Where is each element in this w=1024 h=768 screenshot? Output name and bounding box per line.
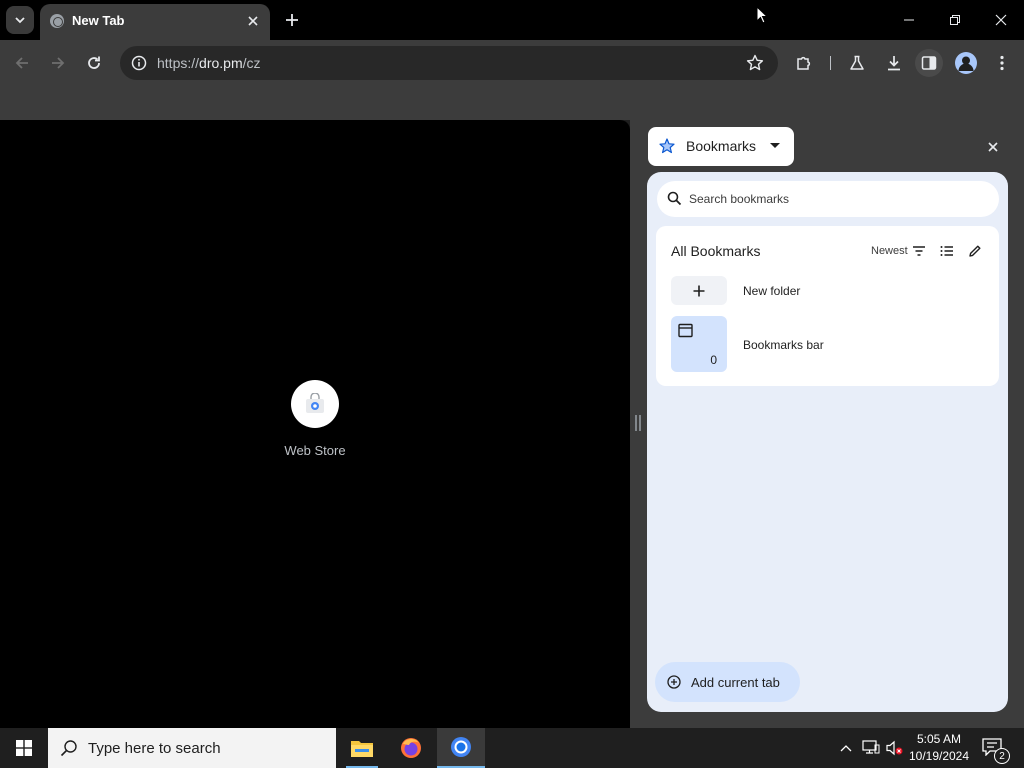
side-panel-selector[interactable]: Bookmarks	[648, 127, 794, 166]
add-circle-icon	[667, 675, 681, 689]
search-bookmarks-placeholder: Search bookmarks	[689, 192, 790, 206]
bookmarks-bar-label[interactable]: Bookmarks bar	[743, 338, 824, 352]
chevron-down-icon	[15, 17, 25, 24]
screen: New Tab https://dro.pm/cz Web Store Book…	[0, 0, 1024, 768]
chevron-up-icon	[840, 745, 852, 752]
show-hidden-icons-button[interactable]	[836, 738, 856, 758]
taskbar: Type here to search 5:05 AM 10/19/2024 2	[0, 728, 1024, 768]
bookmarks-star-icon	[659, 138, 675, 154]
taskbar-firefox[interactable]	[387, 728, 435, 768]
url-host: dro.pm	[199, 55, 243, 71]
new-tab-page: Web Store	[0, 120, 630, 728]
mouse-cursor-icon	[756, 6, 769, 24]
shortcut-tile[interactable]	[291, 380, 339, 428]
clock-date: 10/19/2024	[908, 749, 970, 763]
bookmarks-bar-folder[interactable]: 0	[671, 316, 727, 372]
side-panel-close-button[interactable]	[982, 136, 1004, 158]
dropdown-caret-icon	[770, 143, 780, 148]
tab-new-tab[interactable]: New Tab	[40, 4, 270, 40]
close-icon	[988, 142, 998, 152]
side-panel-resize-handle[interactable]	[634, 415, 642, 431]
globe-icon	[50, 14, 64, 28]
chrome-icon	[451, 737, 471, 757]
close-icon	[995, 14, 1007, 26]
menu-icon	[1000, 55, 1004, 71]
edit-pencil-icon[interactable]	[968, 244, 982, 258]
add-current-tab-button[interactable]: Add current tab	[655, 662, 800, 702]
minimize-icon	[904, 19, 914, 21]
plus-icon	[286, 14, 298, 26]
sort-button-label[interactable]: Newest	[871, 245, 908, 257]
reload-button[interactable]	[80, 49, 108, 77]
notifications-button[interactable]: 2	[982, 738, 1010, 764]
url-scheme: https://	[157, 55, 200, 71]
start-button[interactable]	[0, 728, 48, 768]
list-view-icon[interactable]	[940, 245, 954, 257]
shortcut-web-store[interactable]: Web Store	[270, 380, 360, 458]
plus-icon	[693, 285, 705, 296]
extensions-icon	[797, 56, 811, 70]
side-panel-selector-label: Bookmarks	[686, 138, 757, 154]
folder-item-count: 0	[710, 353, 717, 367]
list-title: All Bookmarks	[671, 243, 761, 259]
labs-icon	[850, 55, 864, 70]
windows-logo-icon	[16, 740, 32, 756]
search-icon	[667, 191, 682, 206]
taskbar-search-placeholder: Type here to search	[88, 740, 221, 757]
side-panel-icon	[921, 56, 937, 70]
search-bookmarks-input[interactable]: Search bookmarks	[657, 181, 999, 217]
extensions-button[interactable]	[790, 49, 818, 77]
taskbar-file-explorer[interactable]	[338, 728, 386, 768]
clock-time: 5:05 AM	[916, 732, 962, 746]
downloads-icon	[888, 56, 900, 71]
tab-title: New Tab	[72, 13, 125, 28]
system-clock[interactable]: 5:05 AM 10/19/2024	[905, 731, 973, 765]
labs-button[interactable]	[843, 49, 871, 77]
close-window-button[interactable]	[978, 6, 1024, 34]
firefox-icon	[401, 738, 421, 758]
notification-count-badge: 2	[994, 748, 1010, 764]
new-tab-button[interactable]	[280, 8, 304, 32]
folder-icon	[678, 323, 693, 338]
search-icon	[60, 740, 77, 757]
site-info-icon[interactable]	[128, 52, 150, 74]
sort-icon[interactable]	[912, 245, 926, 257]
new-folder-button[interactable]	[671, 276, 727, 305]
web-store-icon	[306, 393, 324, 413]
new-folder-label[interactable]: New folder	[743, 284, 800, 298]
back-icon	[15, 57, 28, 69]
tab-strip: New Tab	[0, 0, 1024, 40]
url-path: /cz	[242, 55, 261, 71]
tab-search-button[interactable]	[6, 6, 34, 34]
address-bar[interactable]: https://dro.pm/cz	[120, 46, 778, 80]
shortcut-label: Web Store	[284, 443, 346, 458]
add-current-tab-label: Add current tab	[691, 675, 780, 690]
menu-button[interactable]	[988, 49, 1016, 77]
restore-button[interactable]	[932, 6, 978, 34]
back-button[interactable]	[8, 49, 36, 77]
toolbar-separator	[830, 56, 831, 70]
forward-button[interactable]	[44, 49, 72, 77]
browser-toolbar: https://dro.pm/cz	[0, 40, 1024, 86]
network-icon[interactable]	[861, 738, 881, 758]
taskbar-search-box[interactable]: Type here to search	[48, 728, 336, 768]
restore-icon	[950, 15, 960, 25]
profile-icon[interactable]	[955, 52, 977, 74]
volume-muted-icon[interactable]	[885, 738, 905, 758]
bookmark-star-icon[interactable]	[744, 52, 766, 74]
reload-icon	[88, 56, 100, 69]
side-panel-button[interactable]	[915, 49, 943, 77]
tab-close-icon[interactable]	[244, 12, 262, 30]
url-text[interactable]: https://dro.pm/cz	[157, 55, 261, 71]
taskbar-chrome[interactable]	[437, 728, 485, 768]
downloads-button[interactable]	[880, 49, 908, 77]
forward-icon	[52, 57, 65, 69]
minimize-button[interactable]	[886, 6, 932, 34]
file-explorer-icon	[351, 741, 373, 757]
